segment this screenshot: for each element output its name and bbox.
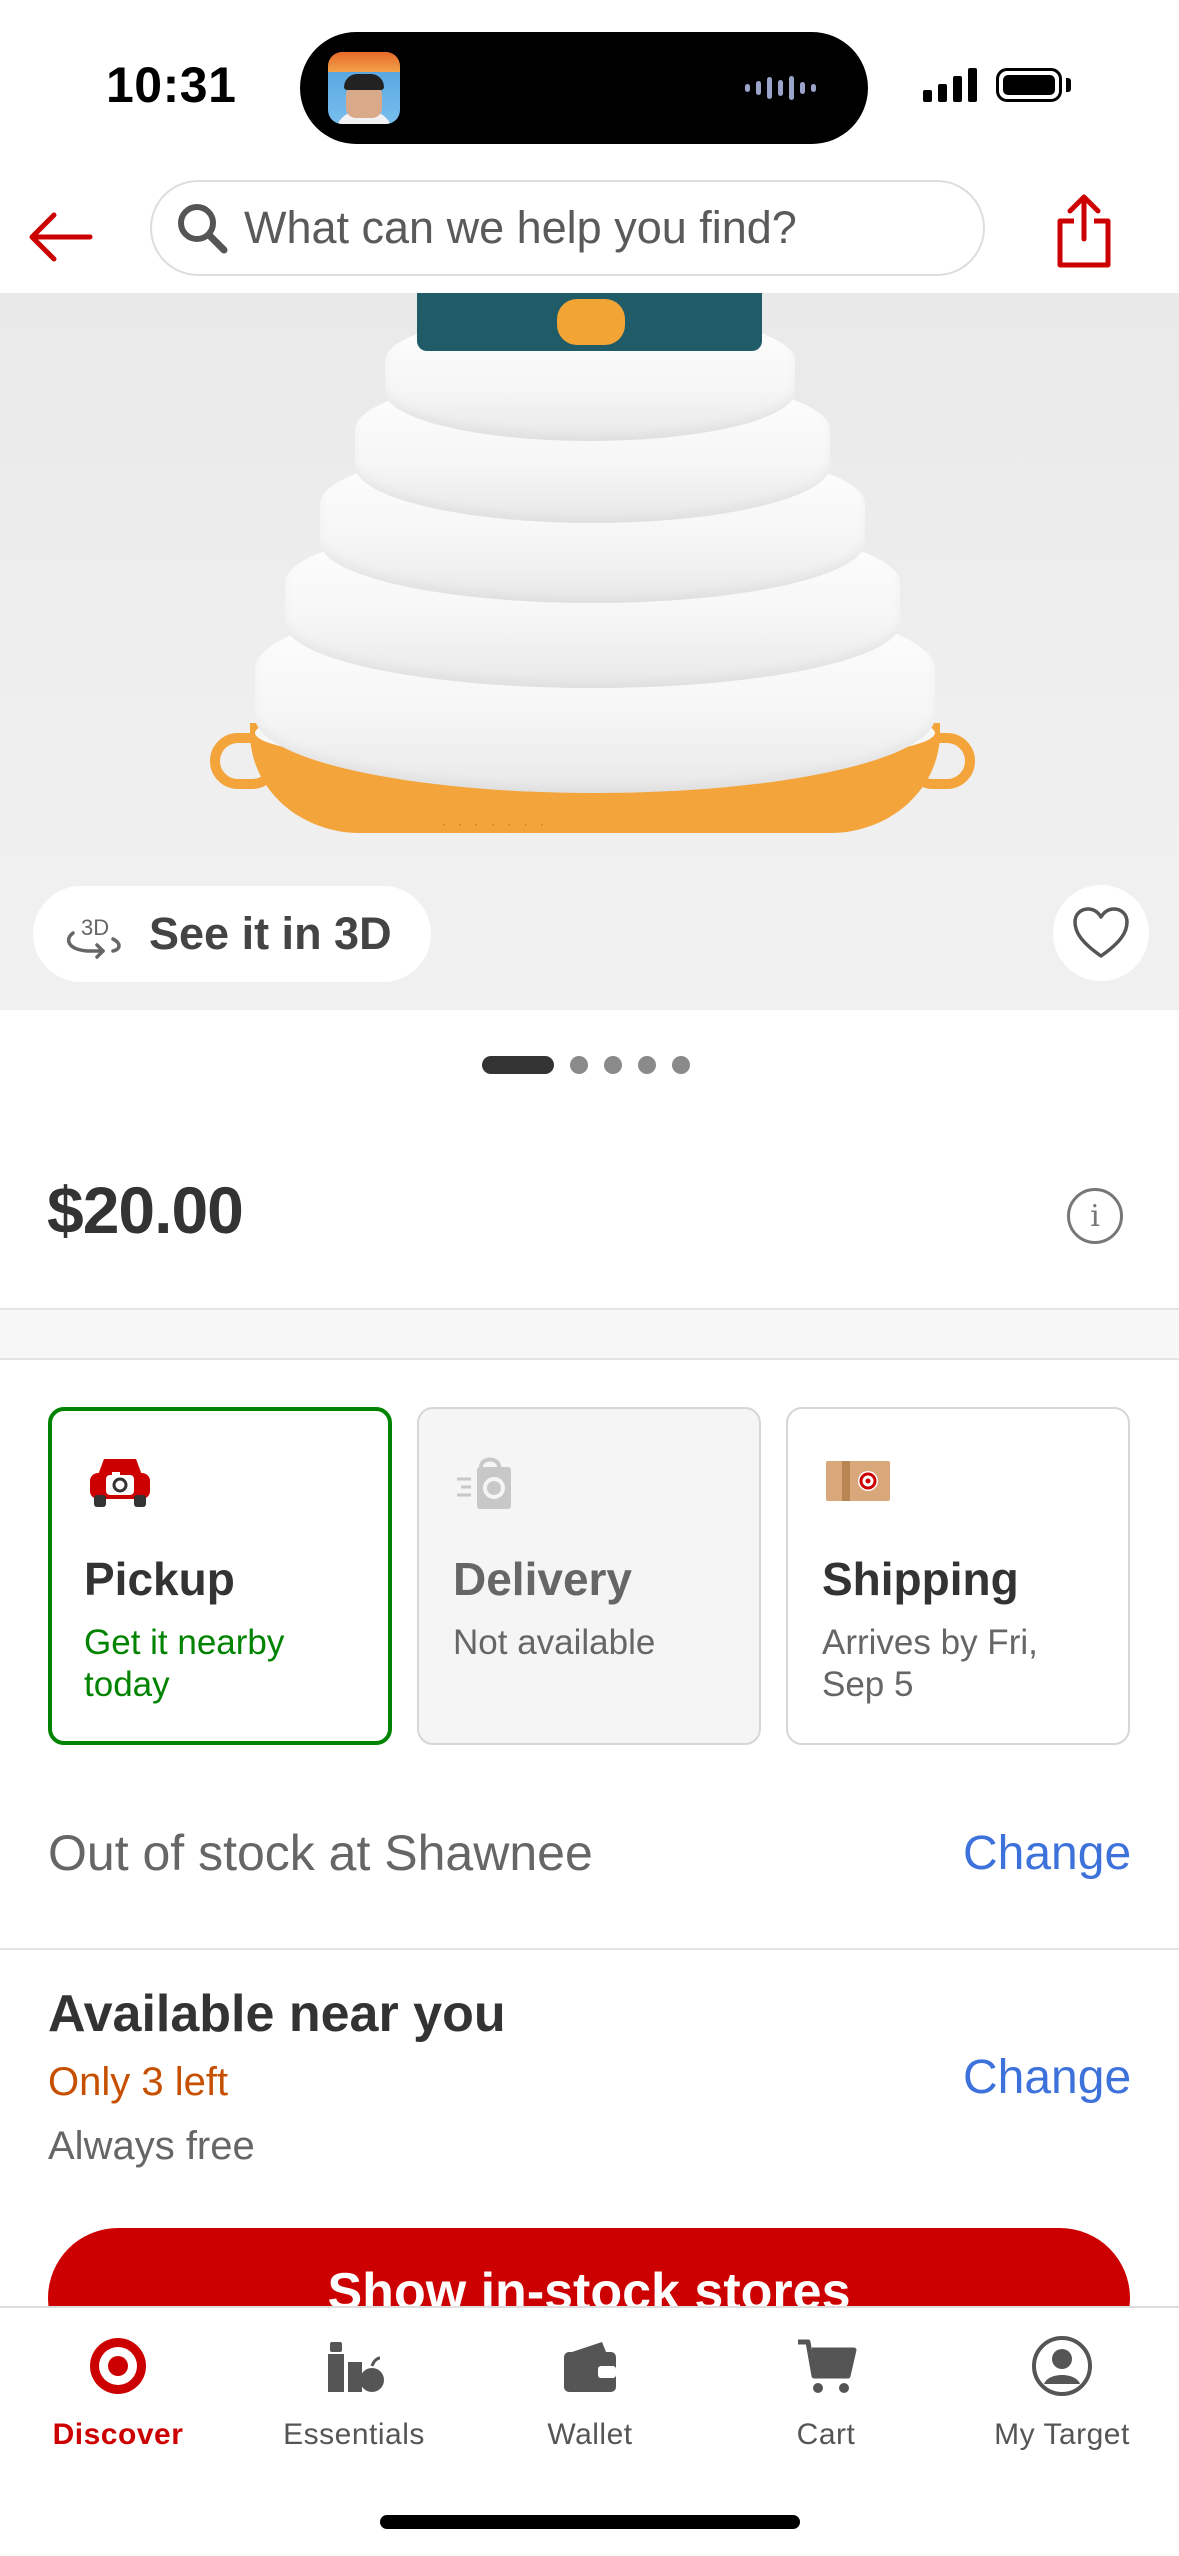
pickup-cost: Always free bbox=[48, 2124, 255, 2168]
car-pickup-icon bbox=[90, 1459, 150, 1507]
tab-label: Discover bbox=[52, 2418, 184, 2451]
account-icon bbox=[1032, 2336, 1092, 2396]
fulfillment-option-pickup[interactable]: Pickup Get it nearby today bbox=[48, 1407, 392, 1745]
carousel-dot[interactable] bbox=[638, 1056, 656, 1074]
battery-icon bbox=[996, 68, 1062, 102]
divider bbox=[0, 1948, 1179, 1950]
share-button[interactable] bbox=[1045, 185, 1123, 277]
3d-rotate-icon: 3D bbox=[66, 915, 121, 959]
tab-wallet[interactable]: Wallet bbox=[472, 2308, 708, 2468]
section-separator bbox=[0, 1308, 1179, 1360]
fulfillment-subtitle: Not available bbox=[453, 1623, 656, 1662]
status-time: 10:31 bbox=[106, 57, 237, 113]
tab-essentials[interactable]: Essentials bbox=[236, 2308, 472, 2468]
info-icon: i bbox=[1090, 1198, 1100, 1234]
view-in-3d-button[interactable]: 3D See it in 3D bbox=[33, 886, 431, 982]
dynamic-island bbox=[300, 32, 868, 144]
carousel-indicator[interactable] bbox=[482, 1056, 690, 1074]
essentials-icon bbox=[328, 2342, 384, 2392]
favorite-button[interactable] bbox=[1053, 885, 1149, 981]
shipping-box-icon bbox=[826, 1461, 890, 1501]
fulfillment-option-delivery[interactable]: Delivery Not available bbox=[417, 1407, 761, 1745]
tab-my-target[interactable]: My Target bbox=[944, 2308, 1179, 2468]
home-indicator[interactable] bbox=[380, 2515, 800, 2529]
now-playing-artwork bbox=[328, 52, 400, 124]
tab-label: My Target bbox=[994, 2418, 1130, 2451]
top-nav bbox=[0, 175, 1179, 293]
svg-text:3D: 3D bbox=[81, 915, 109, 940]
store-stock-status: Out of stock at Shawnee bbox=[48, 1825, 593, 1881]
tab-label: Essentials bbox=[283, 2418, 425, 2451]
carousel-dot-active[interactable] bbox=[482, 1056, 554, 1074]
carousel-dot[interactable] bbox=[570, 1056, 588, 1074]
back-button[interactable] bbox=[20, 197, 100, 277]
carousel-dot[interactable] bbox=[672, 1056, 690, 1074]
fulfillment-option-shipping[interactable]: Shipping Arrives by Fri, Sep 5 bbox=[786, 1407, 1130, 1745]
share-icon bbox=[1057, 194, 1111, 268]
price-info-button[interactable]: i bbox=[1067, 1188, 1123, 1244]
change-store-link[interactable]: Change bbox=[963, 1826, 1131, 1881]
fulfillment-subtitle: Arrives by Fri, Sep 5 bbox=[822, 1623, 1038, 1704]
lantern-button bbox=[557, 299, 625, 345]
fulfillment-subtitle: Get it nearby today bbox=[84, 1623, 285, 1704]
search-icon bbox=[178, 204, 228, 254]
wallet-icon bbox=[564, 2342, 616, 2392]
tab-label: Wallet bbox=[547, 2418, 633, 2451]
arrow-left-icon bbox=[29, 212, 93, 262]
cellular-signal-icon bbox=[923, 66, 977, 102]
lantern-cap bbox=[417, 293, 762, 351]
fulfillment-title: Shipping bbox=[822, 1553, 1019, 1605]
heart-icon bbox=[1073, 907, 1129, 958]
fulfillment-title: Delivery bbox=[453, 1553, 633, 1605]
stock-count: Only 3 left bbox=[48, 2060, 229, 2104]
product-image-gallery[interactable]: · · · · · · · 3D See it in 3D bbox=[0, 293, 1179, 1010]
view-in-3d-label: See it in 3D bbox=[149, 908, 392, 959]
change-nearby-store-link[interactable]: Change bbox=[963, 2050, 1131, 2105]
cart-icon bbox=[798, 2339, 857, 2393]
search-bar[interactable] bbox=[150, 180, 985, 276]
audio-waveform-icon bbox=[745, 76, 816, 100]
fulfillment-title: Pickup bbox=[84, 1553, 235, 1605]
availability-title: Available near you bbox=[48, 1985, 506, 2043]
tab-label: Cart bbox=[796, 2418, 856, 2451]
search-input[interactable] bbox=[244, 202, 944, 254]
product-price: $20.00 bbox=[47, 1173, 244, 1247]
status-bar: 10:31 bbox=[0, 0, 1179, 175]
delivery-bag-icon bbox=[457, 1457, 511, 1509]
target-logo-icon bbox=[90, 2338, 146, 2394]
carousel-dot[interactable] bbox=[604, 1056, 622, 1074]
tab-discover[interactable]: Discover bbox=[0, 2308, 236, 2468]
tab-cart[interactable]: Cart bbox=[708, 2308, 944, 2468]
